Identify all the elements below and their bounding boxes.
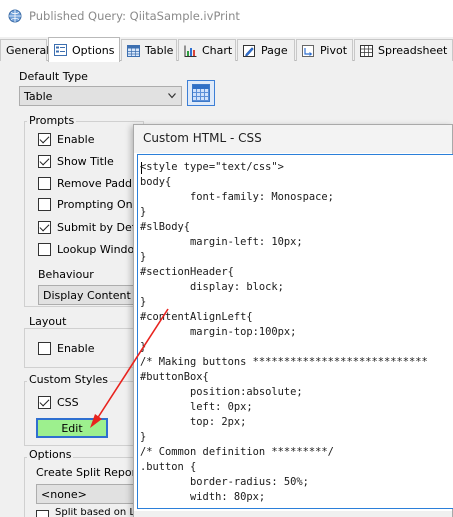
code-line: top: 2px; [140,416,247,428]
code-line: /* Making buttons **********************… [140,356,428,368]
code-line: #contentAlignLeft{ [140,311,253,323]
prompting-only-label: Prompting Only [57,198,143,211]
layout-enable-label: Enable [57,342,95,355]
tab-label: Page [261,44,288,57]
code-line: } [140,431,147,443]
tab-label: Chart [202,44,233,57]
behaviour-value: Display Content [43,289,131,302]
show-title-checkbox[interactable] [38,155,51,168]
title-bar: Published Query: QiitaSample.ivPrint [0,0,453,34]
tab-bar: General Options Table Chart Page Pivot S… [0,37,453,62]
table-style-button[interactable] [187,80,215,106]
code-line: body{ [140,176,172,188]
custom-css-dialog: Custom HTML - CSS <style type="text/css"… [133,124,453,517]
tab-spreadsheet[interactable]: Spreadsheet [354,39,453,61]
tab-label: General [6,44,50,57]
code-line: <style type="text/css"> [140,161,284,173]
behaviour-select[interactable]: Display Content [38,285,136,305]
edit-css-button[interactable]: Edit [36,418,108,438]
remove-padding-checkbox[interactable] [38,177,51,190]
css-checkbox[interactable] [38,396,51,409]
tab-pivot[interactable]: Pivot [296,39,353,61]
prompting-only-checkbox[interactable] [38,198,51,211]
tab-label: Spreadsheet [378,44,448,57]
code-line: #buttonBox{ [140,371,209,383]
code-line: position:absolute; [140,386,303,398]
tab-general[interactable]: General [0,39,50,61]
tab-label: Table [145,44,174,57]
prompts-enable-checkbox[interactable] [38,133,51,146]
code-line: left: 0px; [140,401,253,413]
code-line: #sectionHeader{ [140,266,234,278]
default-type-label: Default Type [19,70,88,83]
prompts-group-title: Prompts [27,114,77,127]
options-icon [54,44,67,56]
options-group-title: Options [27,448,74,461]
tab-label: Pivot [320,44,348,57]
submit-by-default-checkbox[interactable] [38,221,51,234]
tab-page[interactable]: Page [237,39,295,61]
code-line: width: 80px; [140,491,266,503]
split-reports-select[interactable]: <none> [36,484,134,504]
chart-icon [184,45,197,57]
code-line: } [140,341,147,353]
css-label: CSS [57,396,79,409]
grid-icon [192,84,210,102]
tab-chart[interactable]: Chart [178,39,236,61]
code-line: border-radius: 50%; [140,476,309,488]
app-globe-icon [8,9,22,23]
spreadsheet-icon [360,44,373,57]
split-reports-label: Create Split Reports b [36,466,133,479]
code-line: margin-top:100px; [140,326,297,338]
show-title-label: Show Title [57,155,114,168]
css-editor[interactable]: <style type="text/css"> body{ font-family… [137,154,453,509]
default-type-select[interactable]: Table [19,86,182,106]
code-line: .button { [140,461,197,473]
code-line: display: block; [140,281,284,293]
split-based-checkbox[interactable] [36,510,49,517]
code-line: #slBody{ [140,221,191,233]
chevron-down-icon [168,93,176,99]
css-code: <style type="text/css"> body{ font-family… [140,160,428,505]
tab-options[interactable]: Options [48,37,120,62]
dialog-title: Custom HTML - CSS [143,131,262,145]
lookup-window-label: Lookup Window [57,243,133,256]
code-line: font-family: Monospace; [140,191,334,203]
table-icon [127,44,140,57]
window-title: Published Query: QiitaSample.ivPrint [29,9,240,23]
remove-padding-label: Remove Padding [57,177,133,190]
code-line: } [140,296,147,308]
behaviour-label: Behaviour [38,268,94,281]
layout-group-title: Layout [27,315,69,328]
default-type-value: Table [24,90,53,103]
custom-styles-group-title: Custom Styles [27,373,110,386]
code-line: /* Common definition *********/ [140,446,334,458]
page-icon [243,44,255,57]
split-based-label: Split based on Le [55,508,133,517]
lookup-window-checkbox[interactable] [38,243,51,256]
pivot-icon [302,44,314,57]
tab-label: Options [72,43,115,57]
split-reports-value: <none> [41,488,87,501]
layout-enable-checkbox[interactable] [38,342,51,355]
dialog-title-bar: Custom HTML - CSS [134,125,452,153]
code-line: margin-left: 10px; [140,236,303,248]
code-line: } [140,206,147,218]
code-line: } [140,251,147,263]
prompts-enable-label: Enable [57,133,95,146]
submit-by-default-label: Submit by Default [57,221,133,234]
dialog-footer [134,511,452,517]
tab-table[interactable]: Table [121,39,177,61]
